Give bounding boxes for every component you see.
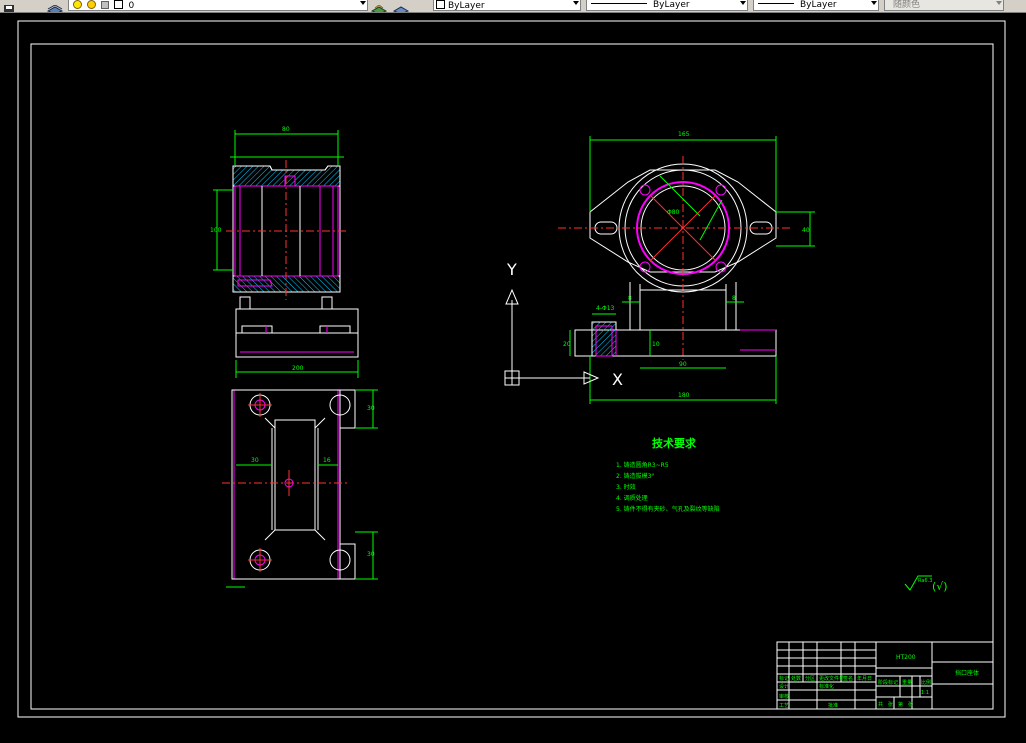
tb-label-17: 张 bbox=[908, 701, 913, 708]
dim-right-left-height: 20 bbox=[563, 341, 571, 348]
layer-previous-icon[interactable] bbox=[392, 0, 410, 12]
title-block-part-name: 挡口座体 bbox=[955, 669, 979, 677]
sun-icon bbox=[86, 0, 96, 9]
linetype-value: ByLayer bbox=[653, 0, 690, 10]
right-front-dimensions bbox=[569, 136, 815, 404]
color-value: ByLayer bbox=[448, 1, 485, 11]
lineweight-dropdown[interactable]: ByLayer bbox=[753, 0, 879, 11]
dim-bottom-right-lower: 30 bbox=[367, 551, 375, 558]
tb-label-12: 重量 bbox=[902, 679, 912, 686]
plotstyle-value: 随颜色 bbox=[893, 0, 921, 10]
tech-note-1: 1. 铸造圆角R3~R5 bbox=[616, 461, 669, 469]
tb-label-13: 比例 bbox=[921, 679, 931, 686]
app-menu-icon[interactable] bbox=[2, 0, 16, 12]
tb-label-0: 标记 bbox=[779, 675, 789, 682]
make-layer-current-icon[interactable] bbox=[370, 0, 388, 12]
lineweight-sample bbox=[758, 3, 794, 4]
title-block-material: HT200 bbox=[896, 654, 916, 661]
tech-note-5: 5. 铸件不得有夹砂、气孔及裂纹等缺陷 bbox=[616, 505, 720, 513]
chevron-down-icon bbox=[871, 1, 877, 5]
title-block-scale: 1:1 bbox=[921, 690, 929, 696]
dim-left-height: 100 bbox=[210, 227, 222, 234]
tb-label-5: 年月日 bbox=[857, 675, 872, 682]
tb-label-8: 审核 bbox=[779, 693, 789, 700]
tb-label-2: 分区 bbox=[805, 675, 815, 682]
tech-note-3: 3. 时效 bbox=[616, 483, 636, 491]
dim-right-small-width: 4-Φ13 bbox=[596, 305, 615, 312]
dim-bottom-right-upper: 30 bbox=[367, 405, 375, 412]
plotstyle-dropdown[interactable]: 随颜色 bbox=[884, 0, 1004, 11]
tb-label-4: 签名 bbox=[843, 675, 853, 682]
linetype-dropdown[interactable]: ByLayer bbox=[586, 0, 748, 11]
ucs-x-label: X bbox=[612, 370, 623, 389]
dim-right-ear-height: 40 bbox=[802, 227, 810, 234]
linetype-sample bbox=[591, 3, 647, 4]
layer-manager-icon[interactable] bbox=[46, 0, 64, 12]
dim-right-8b: 8 bbox=[732, 295, 736, 302]
dim-left-base-width: 200 bbox=[292, 365, 304, 372]
tb-label-15: 张 bbox=[888, 701, 893, 708]
drawing-svg[interactable]: 80 100 200 30 30 30 16 165 Φ80 40 180 90… bbox=[0, 12, 1026, 739]
tb-label-16: 第 bbox=[898, 701, 903, 708]
tb-label-7: 标准化 bbox=[819, 683, 834, 690]
dim-right-top-width: 165 bbox=[678, 131, 690, 138]
dim-right-bore: Φ80 bbox=[667, 209, 680, 216]
tb-label-11: 阶段标记 bbox=[878, 679, 898, 686]
right-front-view bbox=[558, 156, 790, 360]
technical-requirements: 技术要求 1. 铸造圆角R3~R5 2. 铸造拔模3° 3. 时效 4. 调质处… bbox=[616, 436, 720, 513]
dim-bottom-mid-offset: 16 bbox=[323, 457, 331, 464]
ucs-icon bbox=[504, 288, 600, 386]
tech-note-2: 2. 铸造拔模3° bbox=[616, 472, 654, 480]
roughness-value: Ra6.3 bbox=[918, 578, 932, 584]
tb-label-9: 工艺 bbox=[779, 703, 789, 709]
roughness-paren: (√) bbox=[932, 580, 948, 593]
left-section-view bbox=[226, 160, 359, 358]
drawing-canvas[interactable]: 80 100 200 30 30 30 16 165 Φ80 40 180 90… bbox=[0, 12, 1026, 739]
tb-label-3: 更改文件号 bbox=[819, 675, 844, 682]
chevron-down-icon bbox=[740, 1, 746, 5]
color-dropdown[interactable]: ByLayer bbox=[433, 0, 581, 11]
dim-right-8a: 8 bbox=[628, 295, 632, 302]
color-swatch bbox=[436, 0, 445, 9]
roughness-symbol: Ra6.3 (√) bbox=[904, 575, 948, 593]
left-plan-view bbox=[222, 389, 356, 580]
tech-note-4: 4. 调质处理 bbox=[616, 494, 648, 502]
dim-left-top-width: 80 bbox=[282, 126, 290, 133]
tb-label-14: 共 bbox=[878, 701, 883, 708]
tb-label-6: 设计 bbox=[779, 683, 789, 690]
tb-label-1: 处数 bbox=[791, 675, 801, 682]
layer-name: 0 bbox=[128, 1, 135, 11]
layer-color-swatch bbox=[113, 0, 123, 9]
lightbulb-icon bbox=[73, 0, 82, 9]
tech-title: 技术要求 bbox=[652, 436, 697, 450]
chevron-down-icon bbox=[996, 1, 1002, 5]
chevron-down-icon bbox=[573, 1, 579, 5]
tb-label-10: 批准 bbox=[828, 702, 838, 709]
dim-right-base-width: 180 bbox=[678, 392, 690, 399]
dim-right-center-height: 90 bbox=[679, 361, 687, 368]
lock-icon bbox=[100, 1, 109, 9]
ucs-y-label: Y bbox=[506, 260, 517, 279]
lineweight-value: ByLayer bbox=[800, 0, 837, 10]
layer-dropdown[interactable]: 0 bbox=[68, 0, 368, 11]
dim-bottom-left-offset: 30 bbox=[251, 457, 259, 464]
chevron-down-icon bbox=[360, 1, 366, 5]
dim-right-10: 10 bbox=[652, 341, 660, 348]
